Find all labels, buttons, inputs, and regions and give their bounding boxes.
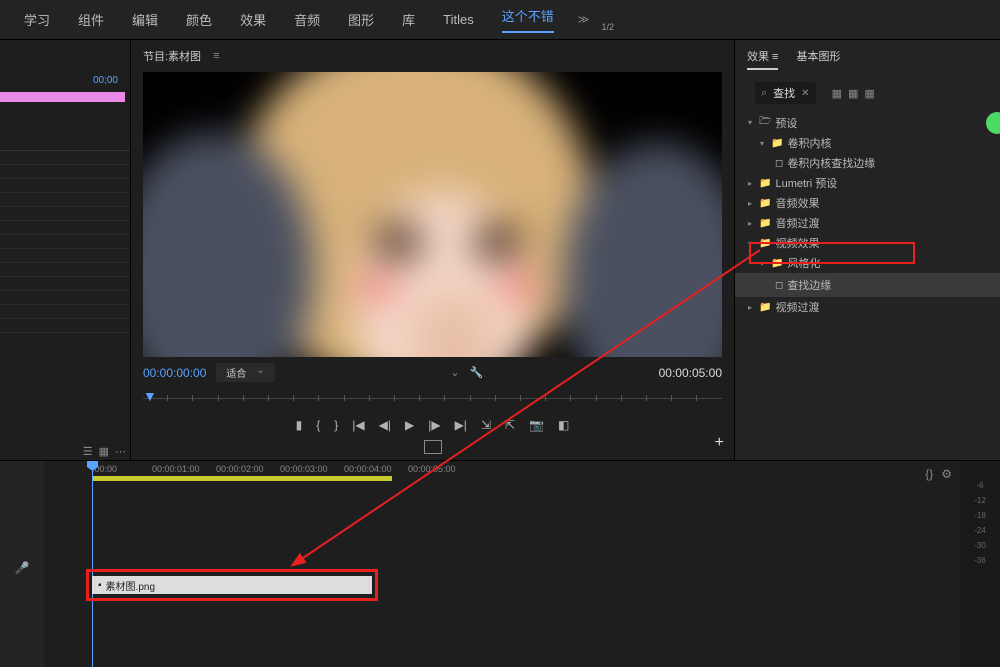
video-preview[interactable] [143,72,722,357]
tag3-icon[interactable]: ▦ [864,87,874,100]
duration-timecode: 00:00:05:00 [659,366,722,380]
tag1-icon[interactable]: ▦ [832,87,842,100]
tab-library[interactable]: 库 [388,4,429,35]
tab-learn[interactable]: 学习 [10,4,64,35]
seq-settings-icon[interactable]: ⚙ [941,467,952,481]
step-back-icon[interactable]: ◀| [379,418,391,432]
essential-graphics-tab[interactable]: 基本图形 [796,48,840,70]
tab-assembly[interactable]: 组件 [64,4,118,35]
in-point-icon[interactable]: { [316,418,320,432]
opts-icon[interactable]: ⋯ [115,445,126,458]
program-monitor: 节目:素材图 00:00:00:00 适合⌄ 1/2 ⌄ 🔧 00:00:05:… [130,40,735,460]
tabs-overflow-icon[interactable]: ≫ [578,13,590,26]
tag2-icon[interactable]: ▦ [848,87,858,100]
tab-custom[interactable]: 这个不错 [488,0,568,39]
effects-panel: 效果 ≡ 基本图形 ⌕ 查找 ✕ ▦ ▦ ▦ ▾🗁预设 ▾📁卷积内核 ◻卷积内核… [735,40,1000,460]
work-area-bar[interactable] [92,476,392,481]
tree-video-trans[interactable]: ▸📁视频过渡 [735,297,1000,317]
out-point-icon[interactable]: } [334,418,338,432]
timeline-panel: 🎤 :00:00 00:00:01:00 00:00:02:00 00:00:0… [0,460,1000,667]
step-fwd-icon[interactable]: |▶ [428,418,440,432]
source-timecode: 00;00 [93,75,118,86]
seq-opts-icon[interactable]: {} [925,467,933,481]
tree-find-edges-row[interactable]: ◻查找边缘 [735,273,1000,297]
tree-presets[interactable]: ▾🗁预设 [735,112,1000,133]
play-icon[interactable]: ▶ [405,418,414,432]
export-frame-icon[interactable]: 📷 [529,418,544,432]
effects-tree: ▾🗁预设 ▾📁卷积内核 ◻卷积内核查找边缘 ▸📁Lumetri 预设 ▸📁音频效… [735,108,1000,321]
search-value: 查找 [773,85,795,101]
tab-effects[interactable]: 效果 [226,4,280,35]
program-title: 节目:素材图 [131,40,734,72]
tab-audio[interactable]: 音频 [280,4,334,35]
tree-audio-fx[interactable]: ▸📁音频效果 [735,193,1000,213]
source-panel: 00;00 ☰ ▦ ⋯ [0,40,130,460]
search-icon: ⌕ [761,87,767,100]
tree-conv-find-edges[interactable]: ◻卷积内核查找边缘 [735,153,1000,173]
highlight-box-clip [86,569,378,601]
button-editor-icon[interactable]: + [715,434,724,452]
current-timecode[interactable]: 00:00:00:00 [143,366,206,380]
timeline-tools: 🎤 [0,461,44,667]
tab-color[interactable]: 颜色 [172,4,226,35]
audio-meter: -6 -12 -18 -24 -30 -36 [960,461,1000,667]
effects-tab[interactable]: 效果 ≡ [747,48,778,70]
lift-icon[interactable]: ⇲ [481,418,491,432]
resolution-label[interactable]: 1/2 [601,22,614,32]
marker-icon[interactable]: ▮ [296,418,303,432]
program-ruler[interactable]: ▼ [143,388,722,412]
tree-audio-trans[interactable]: ▸📁音频过渡 [735,213,1000,233]
list-view-icon[interactable]: ☰ [83,445,93,458]
transport-controls: ▮ { } |◀ ◀| ▶ |▶ ▶| ⇲ ⇱ 📷 ◧ [131,412,734,438]
highlight-box-effect [749,242,915,264]
tree-lumetri[interactable]: ▸📁Lumetri 预设 [735,173,1000,193]
workspace-tabs: 学习 组件 编辑 颜色 效果 音频 图形 库 Titles 这个不错 ≫ [0,0,1000,40]
grid-view-icon[interactable]: ▦ [99,445,109,458]
timeline-tracks[interactable]: :00:00 00:00:01:00 00:00:02:00 00:00:03:… [44,461,960,667]
tab-titles[interactable]: Titles [429,6,488,33]
mic-icon[interactable]: 🎤 [15,561,30,575]
effects-search[interactable]: ⌕ 查找 ✕ [755,82,816,104]
clear-search-icon[interactable]: ✕ [801,88,809,99]
tab-edit[interactable]: 编辑 [118,4,172,35]
source-clip-bar[interactable] [0,92,125,102]
timeline-playhead[interactable] [92,461,93,667]
tab-graphics[interactable]: 图形 [334,4,388,35]
comparison-icon[interactable]: ◧ [558,418,569,432]
zoom-fit-dropdown[interactable]: 适合⌄ [216,363,274,382]
goto-out-icon[interactable]: ▶| [455,418,467,432]
wrench-icon[interactable]: 🔧 [469,366,483,379]
tree-conv-kernel[interactable]: ▾📁卷积内核 [735,133,1000,153]
safe-margins-icon[interactable] [424,440,442,454]
goto-in-icon[interactable]: |◀ [352,418,364,432]
extract-icon[interactable]: ⇱ [505,418,515,432]
